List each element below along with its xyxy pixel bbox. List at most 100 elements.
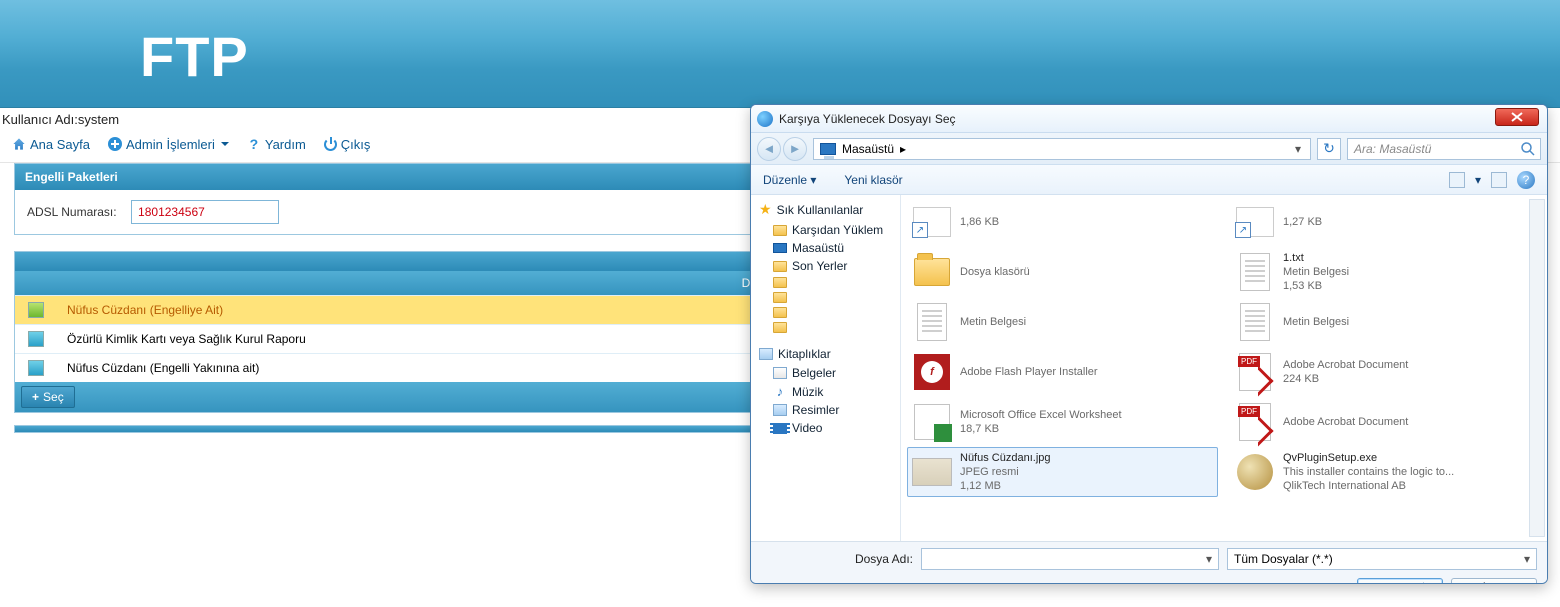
file-sub: 1,12 MB	[960, 479, 1051, 493]
nav-home[interactable]: Ana Sayfa	[12, 137, 90, 152]
tree-item-blank[interactable]	[759, 320, 896, 335]
nav-back-button[interactable]: ◄	[757, 137, 781, 161]
music-icon: ♪	[773, 384, 787, 399]
file-sub: Dosya klasörü	[960, 265, 1030, 279]
file-sub: Adobe Flash Player Installer	[960, 365, 1098, 379]
tree-favorites-label: Sık Kullanılanlar	[777, 203, 864, 217]
file-item[interactable]: Dosya klasörü	[907, 247, 1218, 297]
tree-item-recent[interactable]: Son Yerler	[759, 257, 896, 275]
documents-icon	[773, 367, 787, 379]
file-item-selected[interactable]: Nüfus Cüzdanı.jpg JPEG resmi 1,12 MB	[907, 447, 1218, 497]
preview-pane-button[interactable]	[1491, 172, 1507, 188]
row-status-icon	[28, 360, 44, 376]
file-item[interactable]: Microsoft Office Excel Worksheet 18,7 KB	[907, 397, 1218, 447]
file-item[interactable]: Adobe Acrobat Document 224 KB	[1230, 347, 1541, 397]
file-item[interactable]: QvPluginSetup.exe This installer contain…	[1230, 447, 1541, 497]
filetype-value: Tüm Dosyalar (*.*)	[1234, 552, 1333, 566]
file-item[interactable]: f Adobe Flash Player Installer	[907, 347, 1218, 397]
tree-item-desktop[interactable]: Masaüstü	[759, 239, 896, 257]
tree-item-pictures[interactable]: Resimler	[759, 401, 896, 419]
filename-input[interactable]	[921, 548, 1219, 570]
search-placeholder: Ara: Masaüstü	[1354, 142, 1431, 156]
tree-item-label: Belgeler	[792, 366, 836, 380]
tree-item-videos[interactable]: Video	[759, 419, 896, 437]
tree-favorites[interactable]: ★ Sık Kullanılanlar	[759, 201, 896, 218]
chevron-down-icon[interactable]: ▾	[1475, 173, 1481, 187]
tree-item-label: Video	[792, 421, 822, 435]
tree-item-label: Masaüstü	[792, 241, 844, 255]
close-button[interactable]	[1495, 108, 1539, 126]
dialog-toolbar: Düzenle ▾ Yeni klasör ▾ ?	[751, 165, 1547, 195]
file-item[interactable]: 1,86 KB	[907, 197, 1218, 247]
nav-home-label: Ana Sayfa	[30, 137, 90, 152]
tree-item-documents[interactable]: Belgeler	[759, 364, 896, 382]
row-status-icon	[28, 331, 44, 347]
file-sub: 18,7 KB	[960, 422, 1122, 436]
tree-item-music[interactable]: ♪Müzik	[759, 382, 896, 401]
nav-help[interactable]: ? Yardım	[247, 136, 306, 152]
installer-icon	[1237, 454, 1273, 490]
dialog-title: Karşıya Yüklenecek Dosyayı Seç	[779, 112, 956, 126]
nav-exit-label: Çıkış	[341, 137, 371, 152]
address-box[interactable]: Masaüstü ▸ ▾	[813, 138, 1311, 160]
folder-icon	[773, 261, 787, 272]
file-sub: Metin Belgesi	[1283, 265, 1349, 279]
file-sub: Metin Belgesi	[1283, 315, 1349, 329]
file-name: Nüfus Cüzdanı.jpg	[960, 451, 1051, 465]
pictures-icon	[773, 404, 787, 416]
chevron-right-icon: ▸	[900, 142, 906, 156]
pdf-icon	[1239, 353, 1271, 391]
tree-item-blank[interactable]	[759, 305, 896, 320]
file-sub: 1,53 KB	[1283, 279, 1349, 293]
image-icon	[912, 458, 952, 486]
nav-exit[interactable]: Çıkış	[324, 137, 371, 152]
scrollbar[interactable]	[1529, 199, 1545, 537]
organize-label: Düzenle	[763, 173, 807, 187]
home-icon	[12, 137, 26, 151]
file-sub: Adobe Acrobat Document	[1283, 358, 1408, 372]
file-sub: Microsoft Office Excel Worksheet	[960, 408, 1122, 422]
new-folder-button[interactable]: Yeni klasör	[844, 173, 902, 187]
breadcrumb: Masaüstü	[842, 142, 894, 156]
dialog-titlebar[interactable]: Karşıya Yüklenecek Dosyayı Seç	[751, 105, 1547, 133]
view-options-button[interactable]	[1449, 172, 1465, 188]
tree-item-blank[interactable]	[759, 275, 896, 290]
video-icon	[773, 423, 787, 434]
select-button[interactable]: + Seç	[21, 386, 75, 408]
file-list: 1,86 KB Dosya klasörü Metin Belgesi f Ad…	[901, 195, 1547, 541]
file-item[interactable]: Metin Belgesi	[907, 297, 1218, 347]
user-name: system	[78, 112, 119, 127]
nav-admin[interactable]: Admin İşlemleri	[108, 137, 229, 152]
file-name: QvPluginSetup.exe	[1283, 451, 1454, 465]
file-item[interactable]: 1,27 KB	[1230, 197, 1541, 247]
question-icon: ?	[247, 136, 261, 152]
folder-icon	[773, 225, 787, 236]
filetype-select[interactable]: Tüm Dosyalar (*.*)	[1227, 548, 1537, 570]
adsl-input[interactable]	[131, 200, 279, 224]
tree-libraries[interactable]: Kitaplıklar	[759, 347, 896, 361]
star-icon: ★	[759, 201, 772, 218]
refresh-button[interactable]: ↻	[1317, 138, 1341, 160]
help-icon[interactable]: ?	[1517, 171, 1535, 189]
tree-item-blank[interactable]	[759, 290, 896, 305]
cancel-button[interactable]: İptal	[1451, 578, 1537, 584]
shortcut-icon	[1236, 207, 1274, 237]
search-input[interactable]: Ara: Masaüstü	[1347, 138, 1541, 160]
open-button[interactable]: Aç	[1357, 578, 1443, 584]
select-button-label: Seç	[43, 390, 64, 404]
nav-forward-button[interactable]: ►	[783, 137, 807, 161]
file-item[interactable]: Adobe Acrobat Document	[1230, 397, 1541, 447]
folder-icon	[773, 322, 787, 333]
flash-icon: f	[914, 354, 950, 390]
file-name: 1.txt	[1283, 251, 1349, 265]
power-icon	[324, 138, 337, 151]
chevron-down-icon: ▾	[810, 173, 816, 187]
organize-menu[interactable]: Düzenle ▾	[763, 173, 816, 187]
tree-item-downloads[interactable]: Karşıdan Yüklem	[759, 221, 896, 239]
dialog-bottom: Dosya Adı: Tüm Dosyalar (*.*) Aç İptal	[751, 541, 1547, 584]
plus-circle-icon	[108, 137, 122, 151]
address-dropdown-icon[interactable]: ▾	[1292, 142, 1304, 156]
file-item[interactable]: Metin Belgesi	[1230, 297, 1541, 347]
file-item[interactable]: 1.txt Metin Belgesi 1,53 KB	[1230, 247, 1541, 297]
libraries-icon	[759, 348, 773, 360]
